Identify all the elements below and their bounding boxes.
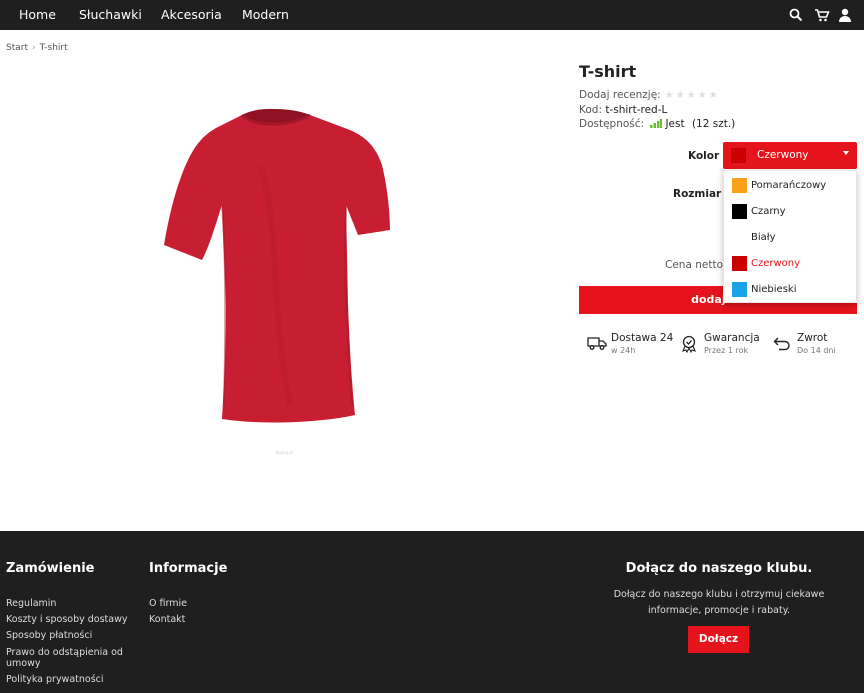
- return-icon: [773, 335, 793, 353]
- nav-item-akcesoria[interactable]: Akcesoria: [161, 7, 222, 22]
- club-title: Dołącz do naszego klubu.: [625, 561, 813, 576]
- color-option-blue[interactable]: Niebieski: [724, 277, 858, 303]
- color-label: Kolor: [688, 150, 720, 162]
- color-option-orange[interactable]: Pomarańczowy: [724, 173, 858, 199]
- cart-icon[interactable]: [814, 7, 830, 23]
- color-option-label: Niebieski: [751, 284, 797, 295]
- footer-link-contact[interactable]: Kontakt: [149, 614, 185, 625]
- perk-subtitle: Do 14 dni: [797, 346, 836, 355]
- code-label: Kod:: [579, 104, 602, 116]
- color-option-black[interactable]: Czarny: [724, 199, 858, 225]
- rating-stars[interactable]: ★★★★★: [665, 90, 720, 101]
- breadcrumb-current[interactable]: T-shirt: [40, 43, 68, 53]
- perk-title: Dostawa 24: [611, 332, 674, 344]
- color-dropdown: Pomarańczowy Czarny Biały Czerwony Niebi…: [723, 170, 857, 303]
- code-value: t-shirt-red-L: [605, 104, 668, 116]
- review-line: Dodaj recenzję: ★★★★★: [579, 89, 720, 101]
- color-swatch: [732, 204, 747, 219]
- badge-icon: [680, 335, 700, 354]
- top-navigation-bar: Home Słuchawki Akcesoria Modern: [0, 0, 864, 30]
- search-icon[interactable]: [789, 7, 805, 23]
- color-swatch: [732, 282, 747, 297]
- color-swatch: [732, 178, 747, 193]
- footer-link-privacy[interactable]: Polityka prywatności: [6, 674, 104, 685]
- footer-link-delivery[interactable]: Koszty i sposoby dostawy: [6, 614, 128, 625]
- breadcrumb-start[interactable]: Start: [6, 43, 28, 53]
- join-club-button[interactable]: Dołącz: [688, 626, 749, 653]
- color-option-red[interactable]: Czerwony: [724, 251, 858, 277]
- footer-info-title: Informacje: [149, 561, 228, 576]
- perk-title: Gwarancja: [704, 332, 760, 344]
- price-label: Cena netto:: [665, 259, 727, 271]
- availability-line: Dostępność: Jest (12 szt.): [579, 118, 735, 131]
- truck-icon: [587, 335, 607, 353]
- selected-color-swatch: [731, 148, 746, 163]
- color-swatch: [732, 230, 747, 245]
- club-text: Dołącz do naszego klubu i otrzymuj cieka…: [613, 589, 825, 616]
- color-option-label: Pomarańczowy: [751, 180, 827, 191]
- size-label: Rozmiar: [673, 188, 722, 200]
- perk-subtitle: w 24h: [611, 346, 636, 355]
- availability-qty: (12 szt.): [691, 118, 736, 130]
- color-option-label: Czerwony: [751, 258, 801, 269]
- selected-color-label: Czerwony: [757, 149, 809, 161]
- nav-item-modern[interactable]: Modern: [242, 7, 289, 22]
- footer-link-payment[interactable]: Sposoby płatności: [6, 630, 92, 641]
- color-swatch: [732, 256, 747, 271]
- footer: Zamówienie Regulamin Koszty i sposoby do…: [0, 531, 864, 693]
- availability-bars-icon: [650, 119, 663, 131]
- footer-link-withdrawal[interactable]: Prawo do odstąpienia od umowy: [6, 647, 136, 669]
- footer-order-title: Zamówienie: [6, 561, 95, 576]
- availability-value: Jest: [665, 118, 685, 130]
- footer-link-regulamin[interactable]: Regulamin: [6, 598, 56, 609]
- user-icon[interactable]: [838, 7, 854, 23]
- color-option-white[interactable]: Biały: [724, 225, 858, 251]
- review-label: Dodaj recenzję:: [579, 89, 661, 101]
- footer-link-about[interactable]: O firmie: [149, 598, 187, 609]
- chevron-down-icon: [843, 151, 849, 155]
- nav-item-sluchawki[interactable]: Słuchawki: [79, 7, 142, 22]
- nav-item-home[interactable]: Home: [19, 7, 56, 22]
- perk-subtitle: Przez 1 rok: [704, 346, 749, 355]
- product-title: T-shirt: [579, 62, 637, 81]
- join-club-label: Dołącz: [698, 633, 739, 645]
- color-select[interactable]: Czerwony: [723, 142, 857, 169]
- breadcrumb-separator: ›: [32, 43, 36, 53]
- perk-title: Zwrot: [797, 332, 828, 344]
- breadcrumb: Start › T-shirt: [6, 43, 68, 53]
- color-option-label: Czarny: [751, 206, 786, 217]
- image-caption: Kopiuj.pl: [276, 450, 294, 455]
- product-image[interactable]: [150, 105, 400, 435]
- availability-label: Dostępność:: [579, 118, 645, 130]
- code-line: Kod: t-shirt-red-L: [579, 104, 667, 116]
- color-option-label: Biały: [751, 232, 776, 243]
